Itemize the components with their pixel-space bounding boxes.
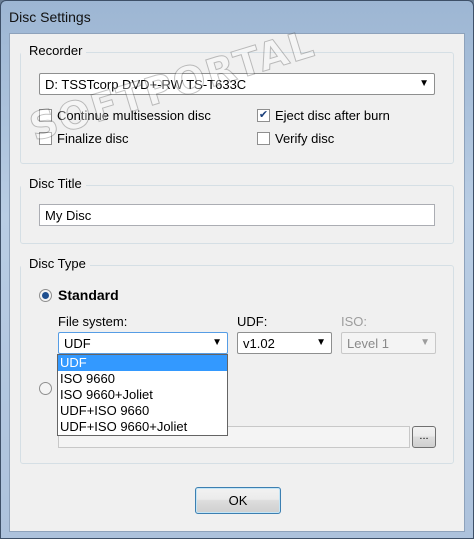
browse-button[interactable]: ... xyxy=(412,426,436,448)
window-title: Disc Settings xyxy=(9,9,91,25)
udf-version-value: v1.02 xyxy=(243,336,275,351)
udf-label: UDF: xyxy=(237,314,268,329)
disc-title-input[interactable]: My Disc xyxy=(39,204,435,226)
disc-settings-window: Disc Settings Recorder D: TSSTcorp DVD+-… xyxy=(0,0,474,539)
checkbox-box[interactable] xyxy=(257,132,270,145)
file-system-label: File system: xyxy=(58,314,128,329)
recorder-device-select[interactable]: D: TSSTcorp DVD+-RW TS-T633C ▼ xyxy=(39,73,435,95)
disc-type-group-label: Disc Type xyxy=(21,256,90,271)
iso-level-select[interactable]: Level 1 ▼ xyxy=(341,332,436,354)
continue-multisession-checkbox[interactable]: Continue multisession disc xyxy=(39,108,211,123)
file-system-value: UDF xyxy=(64,336,91,351)
standard-radio-label: Standard xyxy=(58,287,119,303)
recorder-group-label: Recorder xyxy=(21,43,87,58)
finalize-disc-checkbox[interactable]: Finalize disc xyxy=(39,131,129,146)
recorder-device-value: D: TSSTcorp DVD+-RW TS-T633C xyxy=(45,77,247,92)
eject-disc-label: Eject disc after burn xyxy=(275,108,390,123)
eject-disc-checkbox[interactable]: ✔ Eject disc after burn xyxy=(257,108,390,123)
ok-button[interactable]: OK xyxy=(195,487,281,514)
chevron-down-icon: ▼ xyxy=(212,337,222,348)
file-system-select[interactable]: UDF ▼ xyxy=(58,332,228,354)
dialog-client-area: Recorder D: TSSTcorp DVD+-RW TS-T633C ▼ … xyxy=(9,21,465,532)
finalize-disc-label: Finalize disc xyxy=(57,131,129,146)
checkmark-icon[interactable]: ✔ xyxy=(257,109,270,122)
disc-title-group-label: Disc Title xyxy=(21,176,86,191)
file-system-option[interactable]: UDF+ISO 9660 xyxy=(58,403,227,419)
continue-multisession-label: Continue multisession disc xyxy=(57,108,211,123)
chevron-down-icon: ▼ xyxy=(316,337,326,348)
checkbox-box[interactable] xyxy=(39,109,52,122)
checkbox-box[interactable] xyxy=(39,132,52,145)
file-system-option[interactable]: UDF xyxy=(58,355,227,371)
file-system-option[interactable]: ISO 9660 xyxy=(58,371,227,387)
udf-version-select[interactable]: v1.02 ▼ xyxy=(237,332,332,354)
verify-disc-checkbox[interactable]: Verify disc xyxy=(257,131,334,146)
verify-disc-label: Verify disc xyxy=(275,131,335,146)
file-system-option[interactable]: UDF+ISO 9660+Joliet xyxy=(58,419,227,435)
iso-label: ISO: xyxy=(341,314,368,329)
image-radio[interactable] xyxy=(39,382,52,395)
chevron-down-icon: ▼ xyxy=(420,337,430,348)
chevron-down-icon: ▼ xyxy=(419,78,429,89)
file-system-dropdown-list[interactable]: UDF ISO 9660 ISO 9660+Joliet UDF+ISO 966… xyxy=(57,354,228,436)
standard-radio[interactable] xyxy=(39,289,52,302)
iso-level-value: Level 1 xyxy=(347,336,389,351)
file-system-option[interactable]: ISO 9660+Joliet xyxy=(58,387,227,403)
